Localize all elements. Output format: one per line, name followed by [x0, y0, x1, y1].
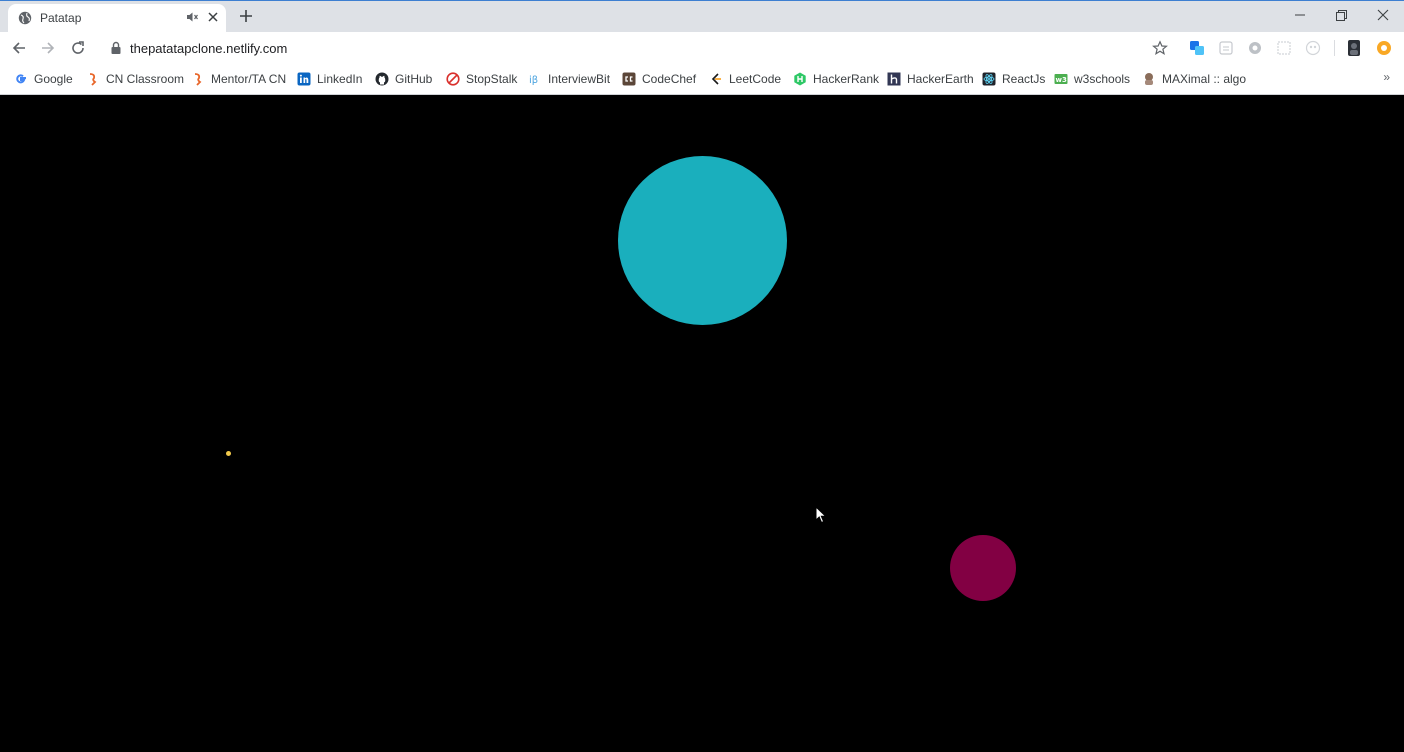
- gear-extension-icon[interactable]: [1247, 40, 1263, 56]
- minimize-icon[interactable]: [1292, 7, 1308, 23]
- google-icon: [16, 74, 26, 84]
- bookmark-label: CN Classroom: [106, 72, 185, 86]
- profile-avatar-icon[interactable]: [1346, 40, 1362, 56]
- back-arrow-icon[interactable]: [11, 40, 27, 56]
- new-tab-icon[interactable]: [238, 8, 254, 24]
- bookmark-leetcode[interactable]: LeetCode: [709, 70, 781, 88]
- forward-arrow-icon[interactable]: [40, 40, 56, 56]
- maximal-icon: [1145, 73, 1153, 85]
- w3schools-icon: w3: [1054, 74, 1068, 84]
- bookmark-google[interactable]: Google: [14, 70, 73, 88]
- browser-tab[interactable]: Patatap: [8, 4, 226, 33]
- restore-icon[interactable]: [1333, 7, 1349, 23]
- bookmark-label: StopStalk: [466, 72, 518, 86]
- bookmark-label: InterviewBit: [548, 72, 611, 86]
- svg-text:w3: w3: [1056, 76, 1067, 84]
- browser-chrome: Patatap thepatatapclone.netlify.com Goog…: [0, 0, 1404, 95]
- bookmark-stopstalk[interactable]: StopStalk: [446, 70, 517, 88]
- bookmark-label: LeetCode: [729, 72, 782, 86]
- panda-extension-icon[interactable]: [1305, 40, 1321, 56]
- stopstalk-icon: [446, 72, 460, 86]
- bookmark-label: HackerEarth: [907, 72, 974, 86]
- bookmark-maximal-algo[interactable]: MAXimal :: algo: [1142, 70, 1246, 88]
- bookmark-label: MAXimal :: algo: [1162, 72, 1247, 86]
- reload-icon[interactable]: [70, 40, 86, 56]
- codechef-icon: [622, 72, 636, 86]
- magenta-circle: [950, 535, 1016, 601]
- mute-tab-icon[interactable]: [185, 10, 199, 24]
- svg-text:iβ: iβ: [529, 75, 538, 86]
- small-yellow-dot: [226, 451, 231, 456]
- hackerearth-icon: [887, 72, 901, 86]
- bookmark-w3schools[interactable]: w3 w3schools: [1054, 70, 1130, 88]
- bookmark-star-icon[interactable]: [1152, 40, 1168, 56]
- github-icon: [375, 72, 389, 86]
- bookmark-mentor-ta-cn[interactable]: Mentor/TA CN: [191, 70, 286, 88]
- bookmark-label: Google: [34, 72, 73, 86]
- coding-ninjas-icon: [89, 73, 97, 86]
- bookmark-label: ReactJs: [1002, 72, 1046, 86]
- close-tab-icon[interactable]: [206, 10, 220, 24]
- url-text[interactable]: thepatatapclone.netlify.com: [130, 41, 287, 56]
- bookmark-codechef[interactable]: CodeChef: [622, 70, 696, 88]
- bookmark-label: Mentor/TA CN: [211, 72, 287, 86]
- update-menu-icon[interactable]: [1376, 40, 1392, 56]
- lock-icon[interactable]: [110, 41, 122, 55]
- screenshot-extension-icon[interactable]: [1276, 40, 1292, 56]
- bookmark-linkedin[interactable]: LinkedIn: [297, 70, 362, 88]
- mouse-cursor-icon: [815, 506, 827, 524]
- extension-icon[interactable]: [1218, 40, 1234, 56]
- bookmarks-overflow-button[interactable]: »: [1383, 70, 1390, 84]
- react-icon: [982, 72, 996, 86]
- bookmark-label: GitHub: [395, 72, 433, 86]
- bookmark-label: CodeChef: [642, 72, 697, 86]
- bookmark-reactjs[interactable]: ReactJs: [982, 70, 1045, 88]
- toolbar-separator: [1334, 40, 1335, 56]
- hackerrank-icon: [794, 72, 806, 86]
- bookmark-label: HackerRank: [813, 72, 880, 86]
- globe-icon: [18, 11, 32, 25]
- close-window-icon[interactable]: [1375, 7, 1391, 23]
- patatap-canvas[interactable]: [0, 95, 1404, 752]
- coding-ninjas-icon: [194, 73, 202, 86]
- linkedin-icon: [297, 72, 311, 86]
- bookmark-label: LinkedIn: [317, 72, 363, 86]
- bookmark-cn-classroom[interactable]: CN Classroom: [86, 70, 184, 88]
- bookmarks-bar: Google CN Classroom Mentor/TA CN LinkedI…: [0, 64, 1404, 95]
- bookmark-hackerearth[interactable]: HackerEarth: [887, 70, 974, 88]
- tab-strip: Patatap: [0, 0, 1404, 33]
- address-bar[interactable]: thepatatapclone.netlify.com: [100, 34, 1178, 62]
- tab-title: Patatap: [40, 11, 82, 25]
- bookmark-interviewbit[interactable]: iβ InterviewBit: [528, 70, 610, 88]
- leetcode-icon: [711, 73, 721, 85]
- translate-extension-icon[interactable]: [1189, 40, 1205, 56]
- bookmark-github[interactable]: GitHub: [375, 70, 432, 88]
- bookmark-hackerrank[interactable]: HackerRank: [793, 70, 879, 88]
- large-teal-circle: [618, 156, 787, 325]
- interviewbit-icon: iβ: [529, 75, 538, 86]
- bookmark-label: w3schools: [1074, 72, 1131, 86]
